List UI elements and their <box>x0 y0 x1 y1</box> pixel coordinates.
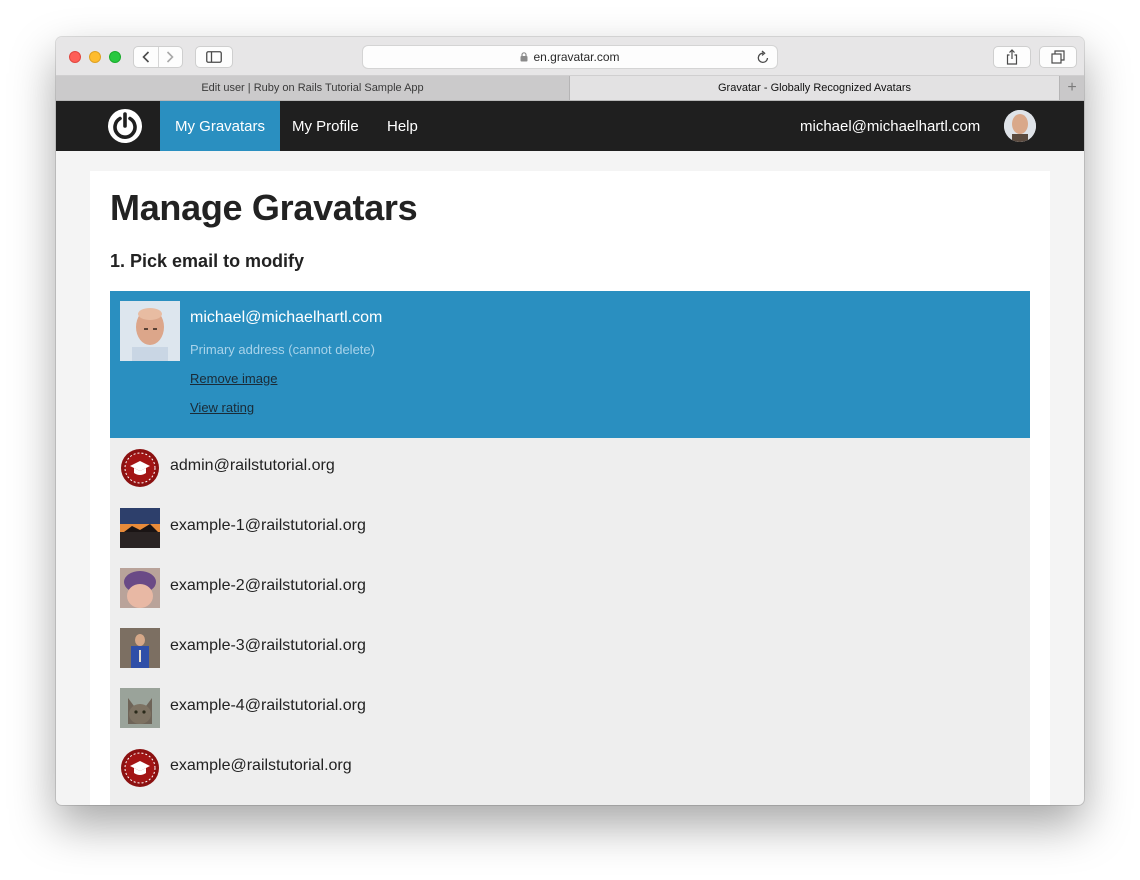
url-text: en.gravatar.com <box>533 50 620 64</box>
chevron-right-icon <box>167 51 175 63</box>
reload-icon[interactable] <box>756 49 770 65</box>
history-nav <box>133 46 183 68</box>
page-title: Manage Gravatars <box>110 187 418 228</box>
back-button[interactable] <box>134 47 158 67</box>
share-icon <box>1006 49 1018 65</box>
gravatar-logo-icon[interactable] <box>108 109 142 143</box>
forward-button[interactable] <box>157 47 182 67</box>
email-row-example-1[interactable]: example-1@railstutorial.org <box>110 498 1030 558</box>
face-icon <box>1004 110 1036 142</box>
view-rating-link[interactable]: View rating <box>190 400 254 415</box>
person-photo <box>120 628 160 668</box>
tab-overview-button[interactable] <box>1039 46 1077 68</box>
tabs-icon <box>1051 50 1065 64</box>
main-content: Manage Gravatars 1. Pick email to modify… <box>90 171 1050 805</box>
email-address: example-1@railstutorial.org <box>170 517 366 534</box>
nav-my-profile[interactable]: My Profile <box>277 101 374 151</box>
rails-badge-icon <box>120 448 160 488</box>
nav-user-email[interactable]: michael@michaelhartl.com <box>800 101 980 151</box>
cat-photo <box>120 688 160 728</box>
rails-badge-icon <box>120 748 160 788</box>
close-window-button[interactable] <box>69 51 81 63</box>
email-address: example-2@railstutorial.org <box>170 577 366 594</box>
email-list: admin@railstutorial.org example-1@railst… <box>110 438 1030 805</box>
email-row-example[interactable]: example@railstutorial.org <box>110 738 1030 798</box>
gravatar-navbar: My Gravatars My Profile Help michael@mic… <box>56 101 1084 151</box>
email-row-example-4[interactable]: example-4@railstutorial.org <box>110 678 1030 738</box>
browser-window: en.gravatar.com Edit user | Ruby on Rail… <box>56 37 1084 805</box>
nav-my-gravatars[interactable]: My Gravatars <box>160 101 281 151</box>
selected-email-panel[interactable]: michael@michaelhartl.com Primary address… <box>110 291 1030 438</box>
address-bar[interactable]: en.gravatar.com <box>362 45 778 69</box>
email-address: admin@railstutorial.org <box>170 457 335 474</box>
primary-address-note: Primary address (cannot delete) <box>190 342 375 357</box>
lock-icon <box>520 52 528 62</box>
new-tab-button[interactable]: + <box>1059 76 1084 100</box>
remove-image-link[interactable]: Remove image <box>190 371 277 386</box>
child-photo <box>120 568 160 608</box>
browser-titlebar: en.gravatar.com <box>56 37 1084 76</box>
email-row-admin[interactable]: admin@railstutorial.org <box>110 438 1030 498</box>
nav-help[interactable]: Help <box>372 101 433 151</box>
sidebar-toggle-button[interactable] <box>195 46 233 68</box>
email-row-example-2[interactable]: example-2@railstutorial.org <box>110 558 1030 618</box>
face-photo-icon <box>120 301 180 361</box>
email-address: example-3@railstutorial.org <box>170 637 366 654</box>
sunset-photo <box>120 508 160 548</box>
chevron-left-icon <box>142 51 150 63</box>
selected-avatar <box>120 301 180 361</box>
user-avatar[interactable] <box>1004 110 1036 142</box>
browser-tabbar: Edit user | Ruby on Rails Tutorial Sampl… <box>56 76 1084 101</box>
share-button[interactable] <box>993 46 1031 68</box>
zoom-window-button[interactable] <box>109 51 121 63</box>
tab-rails-edit-user[interactable]: Edit user | Ruby on Rails Tutorial Sampl… <box>56 76 570 100</box>
selected-email-address: michael@michaelhartl.com <box>190 309 383 326</box>
email-row-example-3[interactable]: example-3@railstutorial.org <box>110 618 1030 678</box>
section-title: 1. Pick email to modify <box>110 251 305 271</box>
email-address: example@railstutorial.org <box>170 757 352 774</box>
sidebar-icon <box>206 51 222 63</box>
minimize-window-button[interactable] <box>89 51 101 63</box>
email-address: example-4@railstutorial.org <box>170 697 366 714</box>
tab-gravatar[interactable]: Gravatar - Globally Recognized Avatars <box>570 76 1059 100</box>
